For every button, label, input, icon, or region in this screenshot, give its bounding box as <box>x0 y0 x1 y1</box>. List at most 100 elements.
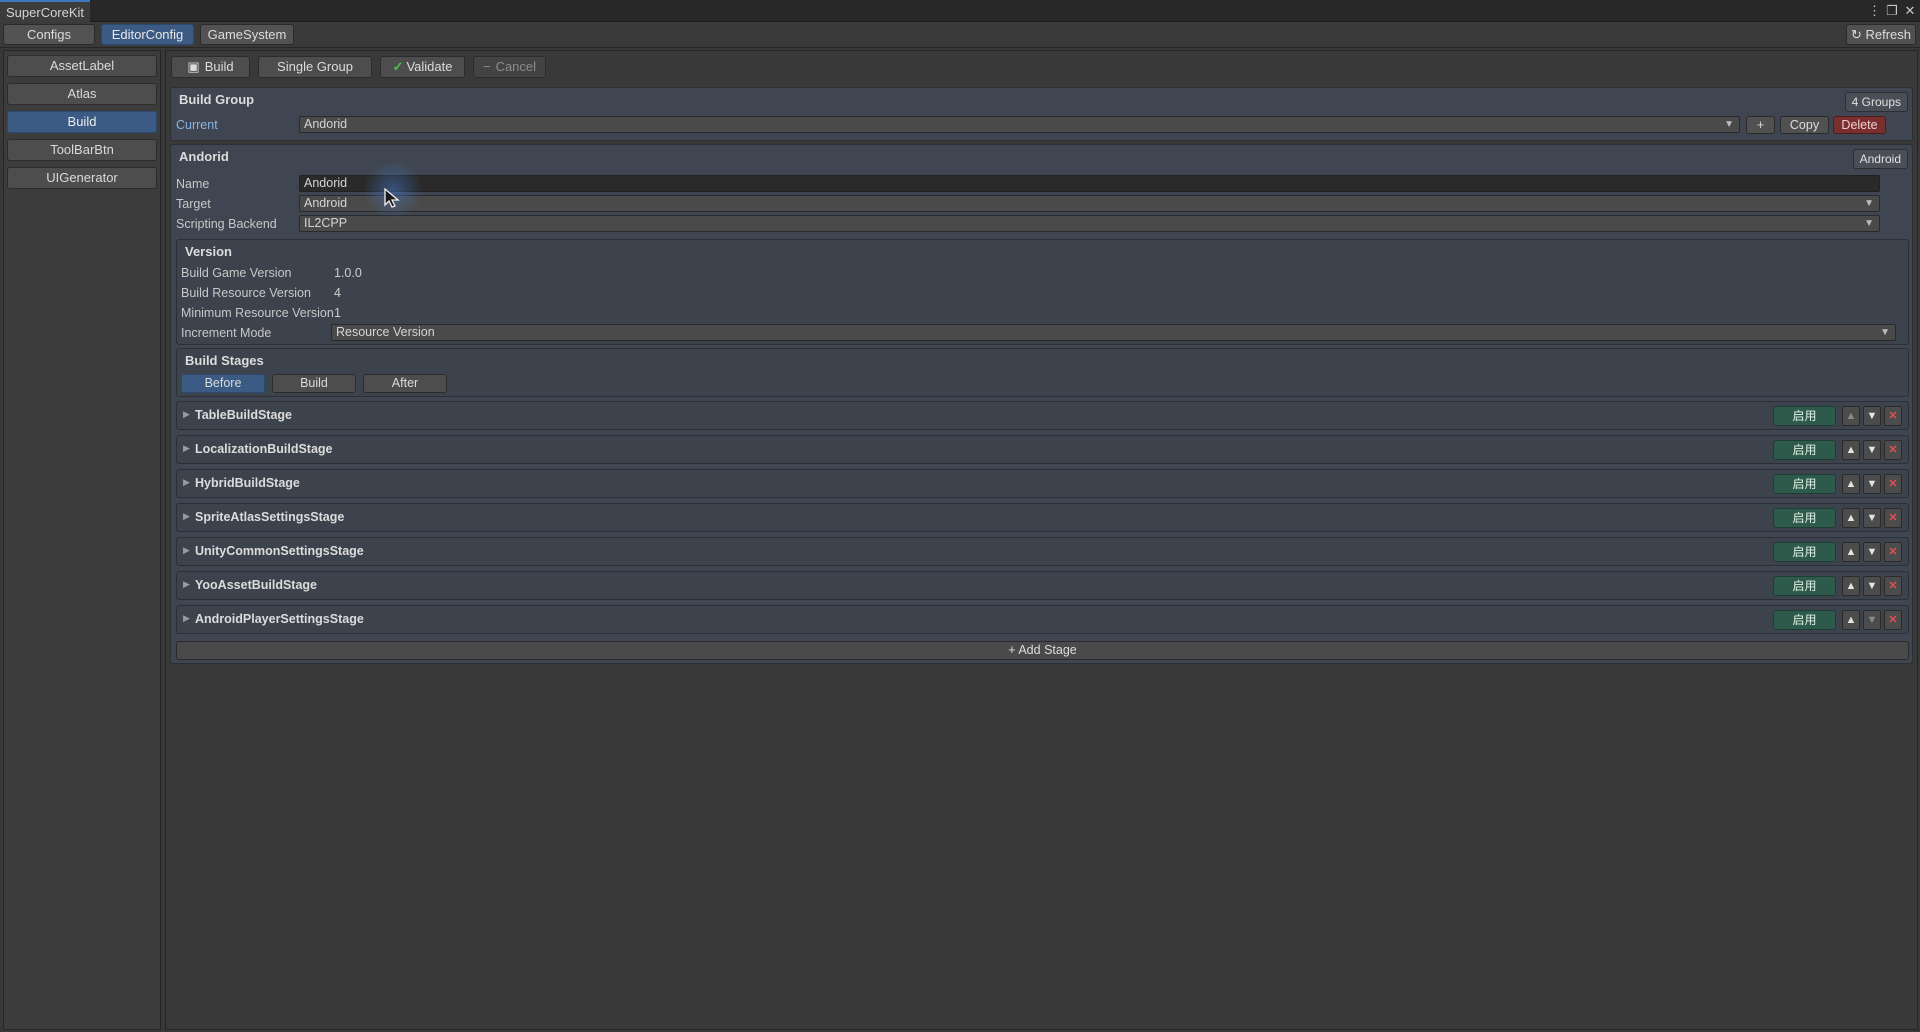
maximize-icon[interactable]: ❐ <box>1886 2 1898 20</box>
stage-name: AndroidPlayerSettingsStage <box>195 612 364 626</box>
scripting-backend-label: Scripting Backend <box>176 217 277 231</box>
package-icon: ▣ <box>187 59 200 74</box>
chevron-down-icon: ▼ <box>1880 327 1890 338</box>
build-resource-version-label: Build Resource Version <box>181 286 311 300</box>
expand-arrow-icon[interactable]: ▶ <box>183 545 190 556</box>
stage-enable-button[interactable]: 启用 <box>1773 542 1836 562</box>
remove-stage-icon[interactable]: ✕ <box>1884 610 1902 630</box>
remove-stage-icon[interactable]: ✕ <box>1884 474 1902 494</box>
sidebar-item-toolbarbtn[interactable]: ToolBarBtn <box>7 139 157 161</box>
move-up-icon[interactable]: ▲ <box>1842 508 1860 528</box>
stage-enable-button[interactable]: 启用 <box>1773 610 1836 630</box>
expand-arrow-icon[interactable]: ▶ <box>183 409 190 420</box>
remove-stage-icon[interactable]: ✕ <box>1884 406 1902 426</box>
move-down-icon[interactable]: ▼ <box>1863 542 1881 562</box>
sidebar-item-assetlabel[interactable]: AssetLabel <box>7 55 157 77</box>
stage-name: YooAssetBuildStage <box>195 578 318 592</box>
sidebar-item-uigenerator[interactable]: UIGenerator <box>7 167 157 189</box>
target-dropdown[interactable]: Android ▼ <box>299 195 1880 212</box>
platform-badge: Android <box>1852 149 1908 169</box>
remove-stage-icon[interactable]: ✕ <box>1884 508 1902 528</box>
stage-enable-button[interactable]: 启用 <box>1773 440 1836 460</box>
name-input[interactable]: Andorid <box>299 175 1880 192</box>
expand-arrow-icon[interactable]: ▶ <box>183 613 190 624</box>
target-value: Android <box>304 196 348 210</box>
scripting-backend-value: IL2CPP <box>304 216 348 230</box>
single-group-button[interactable]: Single Group <box>258 56 372 78</box>
remove-stage-icon[interactable]: ✕ <box>1884 440 1902 460</box>
more-options-icon[interactable]: ⋮ <box>1868 2 1881 20</box>
cancel-button[interactable]: − Cancel <box>473 56 546 78</box>
expand-arrow-icon[interactable]: ▶ <box>183 443 190 454</box>
tab-build[interactable]: Build <box>272 374 356 393</box>
window-title[interactable]: SuperCoreKit <box>0 0 91 22</box>
add-stage-button[interactable]: + Add Stage <box>176 641 1909 660</box>
version-heading: Version <box>185 244 232 259</box>
tab-gamesystem[interactable]: GameSystem <box>200 24 294 45</box>
top-tabs-bar: Configs EditorConfig GameSystem ↻ Refres… <box>0 22 1920 48</box>
stage-row[interactable]: ▶ LocalizationBuildStage 启用 ▲ ▼ ✕ <box>176 435 1909 464</box>
stage-row[interactable]: ▶ TableBuildStage 启用 ▲ ▼ ✕ <box>176 401 1909 430</box>
move-up-icon[interactable]: ▲ <box>1842 440 1860 460</box>
stage-enable-button[interactable]: 启用 <box>1773 406 1836 426</box>
move-down-icon[interactable]: ▼ <box>1863 440 1881 460</box>
increment-mode-label: Increment Mode <box>181 326 272 340</box>
build-button-label: Build <box>204 59 234 74</box>
delete-group-button[interactable]: Delete <box>1833 116 1886 134</box>
move-up-icon[interactable]: ▲ <box>1842 542 1860 562</box>
move-down-icon[interactable]: ▼ <box>1863 576 1881 596</box>
stage-enable-button[interactable]: 启用 <box>1773 474 1836 494</box>
move-down-icon[interactable]: ▼ <box>1863 508 1881 528</box>
stage-row[interactable]: ▶ YooAssetBuildStage 启用 ▲ ▼ ✕ <box>176 571 1909 600</box>
sidebar-item-build[interactable]: Build <box>7 111 157 133</box>
move-up-icon[interactable]: ▲ <box>1842 406 1860 426</box>
build-game-version-label: Build Game Version <box>181 266 292 280</box>
target-label: Target <box>176 197 211 211</box>
build-resource-version-value: 4 <box>334 286 341 300</box>
minimum-resource-version-label: Minimum Resource Version <box>181 306 334 320</box>
build-group-heading: Build Group <box>179 92 255 107</box>
build-group-panel: Build Group 4 Groups Current Andorid ▼ +… <box>170 87 1913 141</box>
current-group-dropdown[interactable]: Andorid ▼ <box>299 116 1740 133</box>
mouse-cursor-icon <box>384 188 400 208</box>
add-group-button[interactable]: + <box>1746 116 1775 134</box>
tab-editorconfig[interactable]: EditorConfig <box>101 24 194 45</box>
move-down-icon[interactable]: ▼ <box>1863 406 1881 426</box>
remove-stage-icon[interactable]: ✕ <box>1884 542 1902 562</box>
chevron-down-icon: ▼ <box>1864 218 1874 229</box>
group-heading: Andorid <box>179 149 229 164</box>
stage-enable-button[interactable]: 启用 <box>1773 576 1836 596</box>
move-up-icon[interactable]: ▲ <box>1842 576 1860 596</box>
copy-group-button[interactable]: Copy <box>1780 116 1829 134</box>
increment-mode-dropdown[interactable]: Resource Version ▼ <box>331 324 1896 341</box>
tab-before[interactable]: Before <box>181 374 265 393</box>
stage-name: HybridBuildStage <box>195 476 300 490</box>
scripting-backend-dropdown[interactable]: IL2CPP ▼ <box>299 215 1880 232</box>
move-up-icon[interactable]: ▲ <box>1842 474 1860 494</box>
stage-row[interactable]: ▶ SpriteAtlasSettingsStage 启用 ▲ ▼ ✕ <box>176 503 1909 532</box>
current-group-value: Andorid <box>304 117 348 131</box>
tab-configs[interactable]: Configs <box>3 24 95 45</box>
check-icon: ✓ <box>392 59 404 74</box>
stage-enable-button[interactable]: 启用 <box>1773 508 1836 528</box>
group-detail-panel: Andorid Android Name Andorid Target Andr… <box>170 144 1913 664</box>
move-up-icon[interactable]: ▲ <box>1842 610 1860 630</box>
tab-after[interactable]: After <box>363 374 447 393</box>
stage-row[interactable]: ▶ UnityCommonSettingsStage 启用 ▲ ▼ ✕ <box>176 537 1909 566</box>
stage-name: UnityCommonSettingsStage <box>195 544 364 558</box>
expand-arrow-icon[interactable]: ▶ <box>183 477 190 488</box>
build-button[interactable]: ▣ Build <box>171 56 250 78</box>
refresh-button[interactable]: ↻ Refresh <box>1846 24 1916 45</box>
sidebar-item-atlas[interactable]: Atlas <box>7 83 157 105</box>
build-stages-heading: Build Stages <box>185 353 264 368</box>
stage-row[interactable]: ▶ HybridBuildStage 启用 ▲ ▼ ✕ <box>176 469 1909 498</box>
expand-arrow-icon[interactable]: ▶ <box>183 511 190 522</box>
move-down-icon[interactable]: ▼ <box>1863 610 1881 630</box>
expand-arrow-icon[interactable]: ▶ <box>183 579 190 590</box>
close-icon[interactable]: ✕ <box>1904 2 1916 20</box>
move-down-icon[interactable]: ▼ <box>1863 474 1881 494</box>
stage-row[interactable]: ▶ AndroidPlayerSettingsStage 启用 ▲ ▼ ✕ <box>176 605 1909 634</box>
build-stages-panel: Build Stages Before Build After <box>176 348 1909 397</box>
validate-button[interactable]: ✓ Validate <box>380 56 465 78</box>
remove-stage-icon[interactable]: ✕ <box>1884 576 1902 596</box>
